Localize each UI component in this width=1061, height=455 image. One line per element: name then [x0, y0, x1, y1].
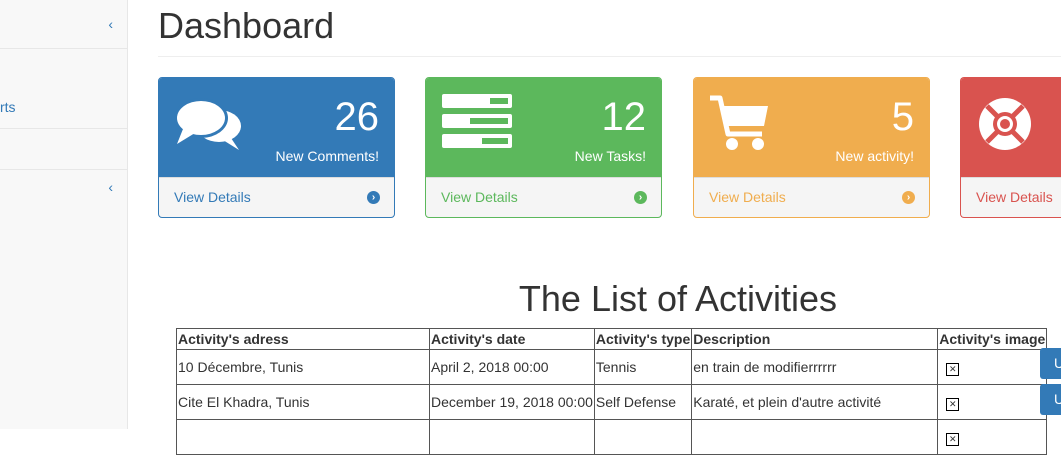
- arrow-circle-right-icon[interactable]: ›: [902, 191, 915, 204]
- activity-adress: 10 Décembre, Tunis: [176, 349, 430, 385]
- column-header: Description: [691, 328, 939, 350]
- support-panel: View Details: [960, 77, 1061, 218]
- update-button[interactable]: U: [1040, 348, 1061, 379]
- view-details-link[interactable]: View Details ›: [694, 177, 929, 217]
- table-header-row: Activity's adress Activity's date Activi…: [176, 328, 1048, 350]
- activity-image-cell: ✕: [937, 419, 1048, 455]
- arrow-circle-right-icon[interactable]: ›: [634, 191, 647, 204]
- page-title: Dashboard: [158, 5, 335, 46]
- view-details-link[interactable]: View Details ›: [426, 177, 661, 217]
- table-row: Cite El Khadra, Tunis December 19, 2018 …: [176, 384, 1048, 420]
- update-button[interactable]: U: [1040, 384, 1061, 415]
- activities-table: Activity's adress Activity's date Activi…: [176, 328, 1048, 455]
- tasks-icon: [440, 94, 512, 155]
- activity-date: April 2, 2018 00:00: [429, 349, 595, 385]
- view-details-label[interactable]: View Details: [976, 189, 1053, 205]
- arrow-circle-right-icon[interactable]: ›: [367, 191, 380, 204]
- activity-image-cell: ✕: [937, 384, 1048, 420]
- activity-date: December 19, 2018 00:00: [429, 384, 595, 420]
- activities-title: The List of Activities: [518, 278, 838, 319]
- view-details-label[interactable]: View Details: [174, 189, 251, 205]
- view-details-label[interactable]: View Details: [709, 189, 786, 205]
- panel-heading: [961, 78, 1061, 177]
- sidebar-item-1[interactable]: ‹: [0, 0, 127, 49]
- comments-icon: [173, 94, 245, 161]
- life-ring-icon: [975, 94, 1035, 159]
- broken-image-icon: ✕: [946, 362, 960, 376]
- tasks-label: New Tasks!: [574, 148, 646, 164]
- tasks-count: 12: [601, 95, 647, 139]
- panel-heading: 12 New Tasks!: [426, 78, 661, 177]
- sidebar-item-4[interactable]: ‹: [0, 170, 127, 210]
- activity-type: Tennis: [593, 349, 693, 385]
- activity-type: Self Defense: [593, 384, 693, 420]
- shopping-cart-icon: [708, 94, 772, 159]
- sidebar-item-label[interactable]: rts: [0, 99, 16, 115]
- column-header: Activity's image: [937, 328, 1048, 350]
- activity-description: en train de modifierrrrrr: [691, 349, 939, 385]
- view-details-link[interactable]: View Details: [961, 177, 1061, 217]
- activity-description: Karaté, et plein d'autre activité: [691, 384, 939, 420]
- chevron-left-icon[interactable]: ‹: [108, 179, 113, 195]
- comments-panel: 26 New Comments! View Details ›: [158, 77, 395, 218]
- sidebar-item-2[interactable]: rts: [0, 49, 127, 129]
- sidebar-item-3[interactable]: [0, 129, 127, 170]
- column-header: Activity's type: [593, 328, 693, 350]
- activity-label: New activity!: [835, 148, 914, 164]
- view-details-link[interactable]: View Details ›: [159, 177, 394, 217]
- panel-heading: 26 New Comments!: [159, 78, 394, 177]
- view-details-label[interactable]: View Details: [441, 189, 518, 205]
- table-row: ✕: [176, 419, 1048, 455]
- title-divider: [158, 56, 1061, 57]
- table-row: 10 Décembre, Tunis April 2, 2018 00:00 T…: [176, 349, 1048, 385]
- sidebar: ‹ rts ‹: [0, 0, 128, 429]
- tasks-panel: 12 New Tasks! View Details ›: [425, 77, 662, 218]
- broken-image-icon: ✕: [946, 397, 960, 411]
- comments-count: 26: [334, 95, 380, 139]
- activity-adress: Cite El Khadra, Tunis: [176, 384, 430, 420]
- column-header: Activity's adress: [176, 328, 430, 350]
- chevron-left-icon[interactable]: ‹: [108, 16, 113, 32]
- column-header: Activity's date: [429, 328, 595, 350]
- activity-panel: 5 New activity! View Details ›: [693, 77, 930, 218]
- broken-image-icon: ✕: [946, 432, 960, 446]
- comments-label: New Comments!: [275, 148, 379, 164]
- activity-image-cell: ✕: [937, 349, 1048, 385]
- panel-heading: 5 New activity!: [694, 78, 929, 177]
- activity-count: 5: [891, 95, 914, 139]
